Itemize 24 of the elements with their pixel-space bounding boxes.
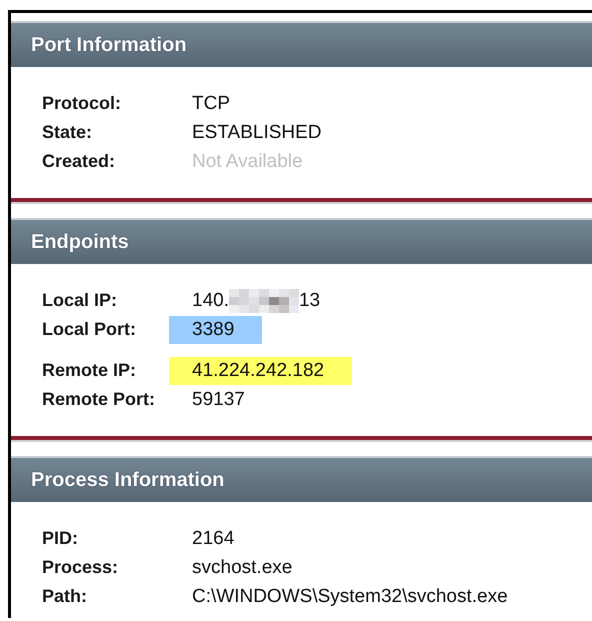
section-header: Process Information [11, 456, 592, 502]
field-value: TCP [191, 92, 230, 114]
field-label: State: [42, 122, 94, 143]
field-label: Protocol: [42, 93, 122, 114]
field-value: 13 [298, 290, 320, 312]
field-label: Path: [42, 586, 88, 607]
field-label: Remote IP: [42, 360, 138, 381]
field-value: ESTABLISHED [191, 122, 322, 144]
field-value: 2164 [191, 528, 234, 550]
section-header: Endpoints [11, 218, 592, 264]
field-label: Local Port: [42, 319, 138, 340]
field-value: 140. [191, 290, 229, 312]
field-label: Created: [42, 151, 116, 172]
field-value: 59137 [191, 388, 245, 410]
field-value: svchost.exe [191, 556, 292, 578]
field-label: Process: [42, 557, 120, 578]
field-label: Local IP: [42, 290, 118, 311]
highlighted-value: 3389 [169, 316, 262, 344]
field-label: PID: [42, 528, 79, 549]
section-header: Port Information [11, 21, 592, 67]
field-value: C:\WINDOWS\System32\svchost.exe [191, 586, 508, 608]
highlighted-value: 41.224.242.182 [169, 356, 352, 384]
field-value: Not Available [191, 150, 303, 172]
field-label: Remote Port: [42, 389, 156, 410]
